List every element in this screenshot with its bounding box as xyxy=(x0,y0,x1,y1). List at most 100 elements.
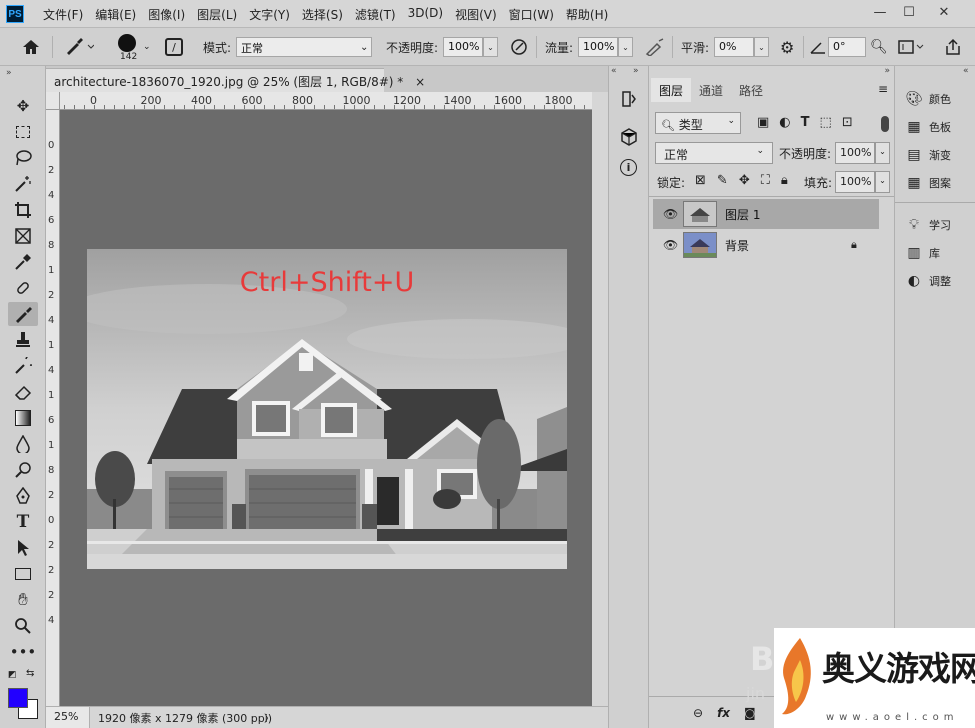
layers-tab[interactable]: 路径 xyxy=(731,78,771,102)
menu-item[interactable]: 文字(Y) xyxy=(244,6,295,23)
opacity-input[interactable]: 100% xyxy=(443,37,483,57)
dock-item[interactable]: ▦ 色板 xyxy=(905,116,951,138)
adjustment-filter-icon[interactable]: ◐ xyxy=(779,115,790,130)
vertical-scrollbar[interactable] xyxy=(592,92,608,706)
eye-icon[interactable]: 👁︎ xyxy=(663,238,678,252)
panel-menu-icon[interactable]: ≡ xyxy=(878,82,888,96)
collapse-toolbar-icon[interactable]: » xyxy=(6,68,12,78)
opacity-dropdown[interactable]: ⌄ xyxy=(483,37,498,57)
menu-item[interactable]: 窗口(W) xyxy=(504,6,559,23)
type-tool-icon[interactable]: T xyxy=(8,510,38,534)
eye-icon[interactable]: 👁︎ xyxy=(663,207,678,221)
layer-opacity-dropdown[interactable]: ⌄ xyxy=(875,142,890,164)
brush-panel-toggle-icon[interactable]: / xyxy=(165,28,183,66)
close-tab-icon[interactable]: × xyxy=(415,75,425,89)
marquee-tool-icon[interactable] xyxy=(8,120,38,144)
layer-row[interactable]: 👁︎ 图层 1 xyxy=(653,199,879,229)
menu-item[interactable]: 编辑(E) xyxy=(90,6,141,23)
lock-artboard-icon[interactable]: ⛶ xyxy=(761,173,770,188)
smart-object-filter-icon[interactable]: ⊡ xyxy=(842,115,853,130)
flow-input[interactable]: 100% xyxy=(578,37,618,57)
expand-icon[interactable]: » xyxy=(633,66,639,76)
blur-tool-icon[interactable] xyxy=(8,432,38,456)
pressure-size-icon[interactable]: 🔍︎ xyxy=(870,28,888,66)
zoom-level[interactable]: 25% xyxy=(46,707,90,728)
menu-item[interactable]: 图层(L) xyxy=(192,6,242,23)
layer-opacity-input[interactable]: 100% xyxy=(835,142,875,164)
move-tool-icon[interactable]: ✥ xyxy=(8,94,38,118)
menu-item[interactable]: 视图(V) xyxy=(450,6,502,23)
hand-tool-icon[interactable]: ✋︎ xyxy=(8,588,38,612)
clone-stamp-tool-icon[interactable] xyxy=(8,328,38,352)
history-panel-icon[interactable] xyxy=(621,90,637,111)
angle-input[interactable]: 0° xyxy=(828,37,866,57)
dock-item[interactable]: ▤ 渐变 xyxy=(905,144,951,166)
lock-pixels-icon[interactable]: ✎ xyxy=(717,173,728,188)
info-icon[interactable]: i xyxy=(620,159,637,176)
dock-item[interactable]: ▥ 库 xyxy=(905,242,940,264)
maximize-button[interactable]: ☐ xyxy=(895,2,923,22)
mode-select[interactable]: 正常 xyxy=(236,37,372,57)
magic-wand-tool-icon[interactable] xyxy=(8,172,38,196)
link-layers-icon[interactable]: ⊖ xyxy=(693,706,703,720)
chevron-down-icon[interactable]: ⌄ xyxy=(143,28,151,66)
dock-item[interactable]: ◐ 调整 xyxy=(905,270,951,292)
layers-tab[interactable]: 通道 xyxy=(691,78,731,102)
layer-row[interactable]: 👁︎ 背景 🔒︎ xyxy=(653,230,879,260)
pen-tool-icon[interactable] xyxy=(8,484,38,508)
menu-item[interactable]: 图像(I) xyxy=(143,6,190,23)
close-button[interactable]: ✕ xyxy=(930,2,958,22)
rectangle-tool-icon[interactable] xyxy=(8,562,38,586)
dock-expand-icon[interactable]: « xyxy=(963,66,969,76)
layer-filter-select[interactable]: 🔍︎ 类型 ⌄ xyxy=(655,112,741,134)
menu-item[interactable]: 选择(S) xyxy=(297,6,348,23)
healing-brush-tool-icon[interactable] xyxy=(8,276,38,300)
fx-icon[interactable]: fx xyxy=(717,706,730,720)
lock-all-icon[interactable]: 🔒︎ xyxy=(781,173,788,188)
pressure-opacity-icon[interactable] xyxy=(510,28,528,66)
minimize-button[interactable]: — xyxy=(866,2,894,22)
smooth-dropdown[interactable]: ⌄ xyxy=(754,37,769,57)
more-tools-icon[interactable]: ••• xyxy=(8,640,38,664)
dock-item[interactable]: 🎨︎ 颜色 xyxy=(905,88,951,110)
collapse-icon[interactable]: « xyxy=(611,66,617,76)
frame-tool-icon[interactable] xyxy=(8,224,38,248)
document-image[interactable]: Ctrl+Shift+U xyxy=(87,249,567,569)
fill-input[interactable]: 100% xyxy=(835,171,875,193)
menu-item[interactable]: 帮助(H) xyxy=(561,6,613,23)
path-selection-tool-icon[interactable] xyxy=(8,536,38,560)
foreground-color-swatch[interactable] xyxy=(8,688,28,708)
history-brush-tool-icon[interactable] xyxy=(8,354,38,378)
fill-dropdown[interactable]: ⌄ xyxy=(875,171,890,193)
dock-item[interactable]: ▦ 图案 xyxy=(905,172,951,194)
lock-transparent-icon[interactable]: ⊠ xyxy=(695,173,706,188)
flow-dropdown[interactable]: ⌄ xyxy=(618,37,633,57)
panel-collapse-icon[interactable]: » xyxy=(649,66,894,76)
home-icon[interactable] xyxy=(22,28,40,66)
image-filter-icon[interactable]: ▣ xyxy=(757,115,769,130)
menu-item[interactable]: 3D(D) xyxy=(403,6,448,23)
status-arrow-icon[interactable]: 〉 xyxy=(264,710,274,725)
dock-item[interactable]: 💡︎ 学习 xyxy=(905,214,951,236)
swap-colors-icon[interactable]: ⇆ xyxy=(26,668,34,679)
layers-tab[interactable]: 图层 xyxy=(651,78,692,102)
brush-preset-icon[interactable] xyxy=(64,28,94,66)
type-filter-icon[interactable]: T xyxy=(801,115,810,130)
crop-tool-icon[interactable] xyxy=(8,198,38,222)
lasso-tool-icon[interactable] xyxy=(8,146,38,170)
share-icon[interactable] xyxy=(944,28,962,66)
eyedropper-tool-icon[interactable] xyxy=(8,250,38,274)
gear-icon[interactable]: ⚙ xyxy=(780,28,794,66)
zoom-tool-icon[interactable] xyxy=(8,614,38,638)
symmetry-icon[interactable] xyxy=(898,28,924,66)
document-tab[interactable]: architecture-1836070_1920.jpg @ 25% (图层 … xyxy=(46,68,425,92)
layer-mask-icon[interactable]: ◙ xyxy=(744,706,756,720)
blend-mode-select[interactable]: 正常 ⌄ xyxy=(655,142,773,164)
dodge-tool-icon[interactable] xyxy=(8,458,38,482)
smooth-input[interactable]: 0% xyxy=(714,37,754,57)
eraser-tool-icon[interactable] xyxy=(8,380,38,404)
menu-item[interactable]: 文件(F) xyxy=(38,6,88,23)
default-colors-icon[interactable]: ◩ xyxy=(8,670,17,680)
lock-position-icon[interactable]: ✥ xyxy=(739,173,750,188)
gradient-tool-icon[interactable] xyxy=(8,406,38,430)
